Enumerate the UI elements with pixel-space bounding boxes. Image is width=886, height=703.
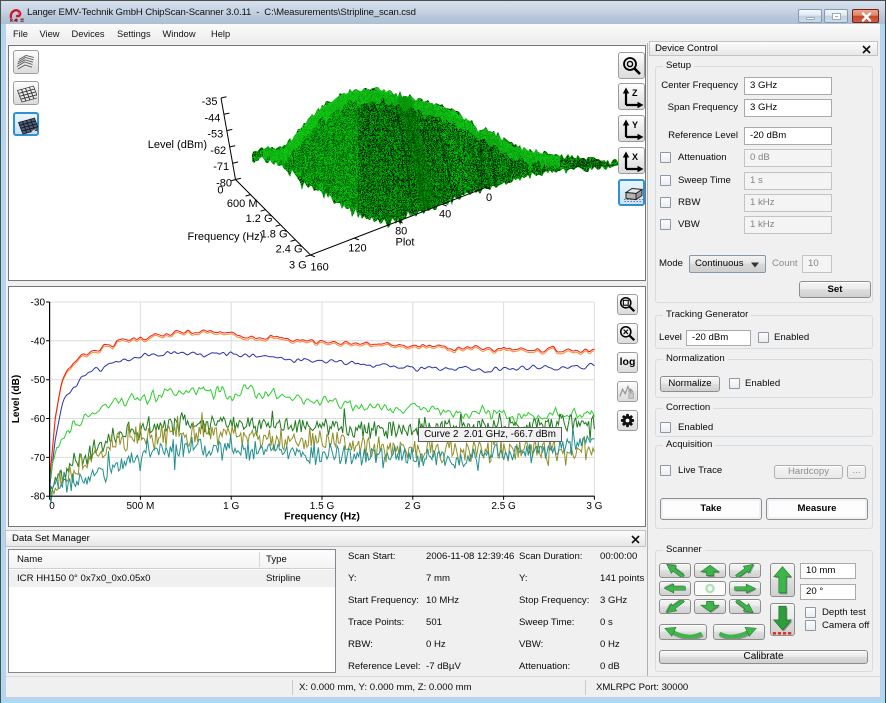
svg-text:0: 0 xyxy=(486,192,492,204)
svg-text:-80: -80 xyxy=(31,492,46,503)
svg-text:-40: -40 xyxy=(31,336,46,347)
svg-text:1.2 G: 1.2 G xyxy=(246,213,273,225)
svg-text:-50: -50 xyxy=(31,375,46,386)
svg-text:-60: -60 xyxy=(31,414,46,425)
svg-text:-70: -70 xyxy=(31,453,46,464)
svg-text:160: 160 xyxy=(310,261,328,273)
svg-text:0: 0 xyxy=(217,185,223,197)
svg-text:Plot: Plot xyxy=(396,237,415,249)
svg-text:2.5 G: 2.5 G xyxy=(491,501,516,512)
svg-text:Frequency (Hz): Frequency (Hz) xyxy=(188,231,264,243)
svg-text:Y: Y xyxy=(632,120,638,130)
svg-text:3 G: 3 G xyxy=(289,260,307,272)
svg-text:0: 0 xyxy=(49,501,55,512)
svg-text:40: 40 xyxy=(439,209,451,221)
svg-text:Frequency (Hz): Frequency (Hz) xyxy=(284,511,360,523)
svg-text:2.4 G: 2.4 G xyxy=(276,243,303,255)
svg-text:X: X xyxy=(632,152,638,162)
svg-text:-35: -35 xyxy=(202,96,218,108)
svg-text:Level (dBm): Level (dBm) xyxy=(148,139,207,151)
svg-text:1 G: 1 G xyxy=(223,501,239,512)
svg-text:600 M: 600 M xyxy=(227,198,258,210)
svg-text:120: 120 xyxy=(348,243,366,255)
svg-text:-71: -71 xyxy=(213,161,229,173)
svg-text:1.8 G: 1.8 G xyxy=(261,228,288,240)
svg-text:500 M: 500 M xyxy=(127,501,155,512)
svg-text:3 G: 3 G xyxy=(586,501,602,512)
svg-text:-30: -30 xyxy=(31,298,46,309)
svg-text:2 G: 2 G xyxy=(405,501,421,512)
svg-text:-53: -53 xyxy=(207,129,223,141)
svg-text:-44: -44 xyxy=(204,112,220,124)
svg-text:-62: -62 xyxy=(210,145,226,157)
svg-text:Level (dB): Level (dB) xyxy=(11,375,22,423)
